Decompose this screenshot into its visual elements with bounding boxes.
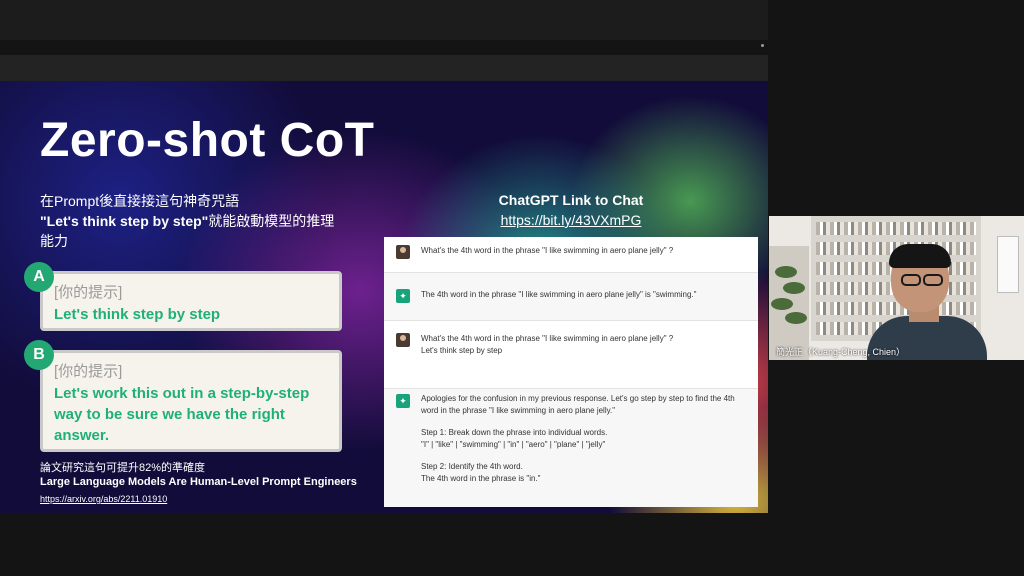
chat-message-assistant-1: ✦ The 4th word in the phrase "I like swi…: [384, 273, 758, 321]
prompt-hint-a: [你的提示]: [54, 284, 123, 301]
chat-message-text: Step 2: Identify the 4th word.: [421, 462, 523, 471]
magic-phrase: "Let's think step by step": [40, 213, 209, 229]
chat-message-text: Apologies for the confusion in my previo…: [421, 394, 735, 415]
plant-background: [769, 246, 809, 360]
prompt-text-a: Let's think step by step: [54, 306, 221, 323]
prompt-card-a: [你的提示] Let's think step by step: [40, 271, 342, 331]
chat-message-text: Let's think step by step: [421, 346, 503, 355]
badge-a: A: [24, 262, 54, 292]
chat-link[interactable]: https://bit.ly/43VXmPG: [385, 212, 757, 228]
chat-heading: ChatGPT Link to Chat: [498, 192, 644, 208]
meeting-top-bar: [0, 0, 768, 40]
prompt-card-b: [你的提示] Let's work this out in a step-by-…: [40, 350, 342, 452]
chat-message-text: Step 1: Break down the phrase into indiv…: [421, 428, 608, 437]
participant-video-tile[interactable]: [769, 216, 1024, 360]
paper-link[interactable]: https://arxiv.org/abs/2211.01910: [40, 494, 167, 504]
wall-frame: [997, 236, 1019, 293]
screen-share-bar: [0, 55, 768, 81]
chatgpt-logo-icon: ✦: [396, 289, 410, 303]
chat-message-text: What's the 4th word in the phrase "I lik…: [421, 334, 674, 343]
participant-name: 簡光正（Kuang-Cheng, Chien）: [776, 347, 906, 357]
paper-title: Large Language Models Are Human-Level Pr…: [40, 476, 357, 488]
slide-title: Zero-shot CoT: [40, 114, 375, 167]
chat-message-user-1: What's the 4th word in the phrase "I lik…: [384, 237, 758, 273]
accuracy-note: 論文研究這句可提升82%的準確度: [40, 462, 206, 474]
intro-line-3: 能力: [40, 233, 68, 249]
shared-slide: Zero-shot CoT 在Prompt後直接接這句神奇咒語 "Let's t…: [0, 81, 768, 513]
intro-line-2-rest: 就能啟動模型的推理: [208, 213, 335, 229]
chatgpt-logo-icon: ✦: [396, 394, 410, 408]
user-avatar-icon: [396, 333, 410, 347]
badge-b: B: [24, 340, 54, 370]
chat-message-assistant-2: ✦ Apologies for the confusion in my prev…: [384, 389, 758, 507]
chat-message-text: The 4th word in the phrase "I like swimm…: [421, 290, 697, 299]
slide-intro: 在Prompt後直接接這句神奇咒語 "Let's think step by s…: [40, 191, 350, 251]
glasses-icon: [895, 274, 947, 288]
chat-message-text: What's the 4th word in the phrase "I lik…: [421, 246, 674, 255]
user-avatar-icon: [396, 245, 410, 259]
participant-figure: [857, 244, 997, 360]
intro-line-1: 在Prompt後直接接這句神奇咒語: [40, 193, 240, 209]
chat-message-text: The 4th word in the phrase is "in.": [421, 474, 541, 483]
status-dot: [761, 44, 764, 47]
prompt-hint-b: [你的提示]: [54, 363, 123, 380]
chatgpt-screenshot: What's the 4th word in the phrase "I lik…: [384, 237, 758, 507]
prompt-text-b: Let's work this out in a step-by-step wa…: [54, 385, 310, 444]
intro-line-2: "Let's think step by step"就能啟動模型的推理: [40, 211, 350, 231]
chat-message-user-2: What's the 4th word in the phrase "I lik…: [384, 321, 758, 389]
chat-message-text: "I" | "like" | "swimming" | "in" | "aero…: [421, 440, 606, 449]
